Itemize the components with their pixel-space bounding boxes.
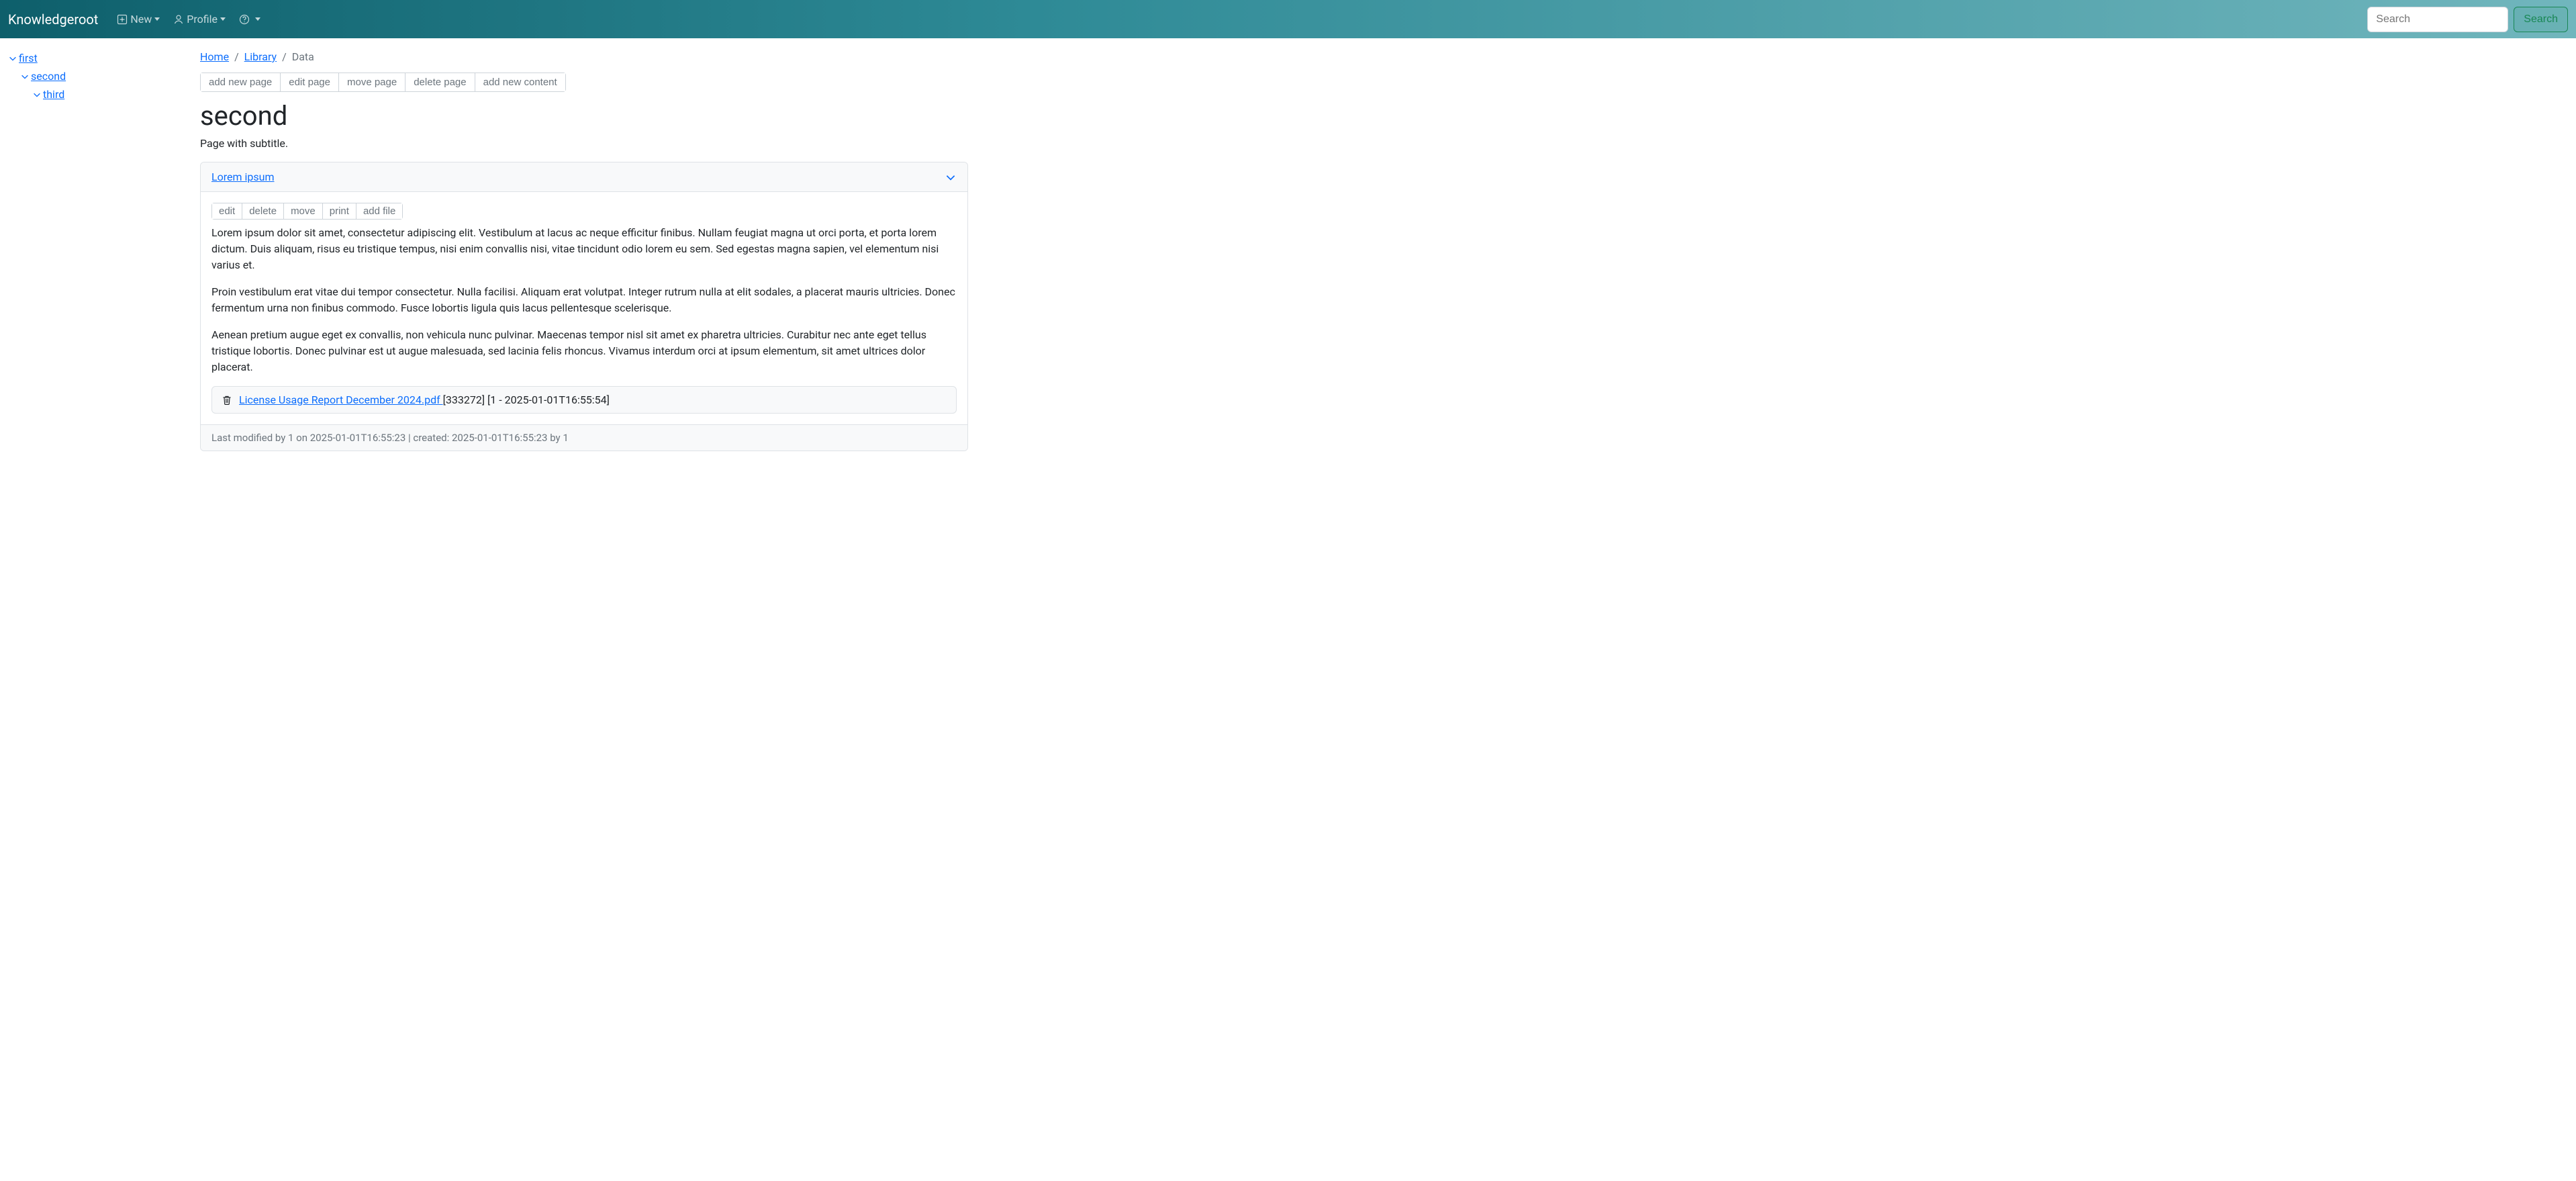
help-dropdown[interactable] [232,10,267,29]
add-new-page-button[interactable]: add new page [200,73,281,92]
file-attachment-row: License Usage Report December 2024.pdf [… [211,386,957,414]
breadcrumb: Home / Library / Data [200,50,968,63]
breadcrumb-home[interactable]: Home [200,50,229,63]
page-title: second [200,100,968,132]
profile-dropdown[interactable]: Profile [166,9,232,30]
profile-label: Profile [187,13,218,26]
plus-square-icon [117,14,128,25]
sidebar: first second third [0,38,188,463]
move-page-button[interactable]: move page [339,73,406,92]
breadcrumb-library[interactable]: Library [244,50,277,63]
caret-down-icon [220,17,226,21]
chevron-down-icon [32,90,42,99]
content-actions: edit delete move print add file [211,203,403,220]
caret-down-icon [154,17,160,21]
content-card-header: Lorem ipsum [201,162,967,192]
file-meta: [333272] [1 - 2025-01-01T16:55:54] [443,393,610,406]
chevron-down-icon[interactable] [945,171,957,183]
content-paragraph: Lorem ipsum dolor sit amet, consectetur … [211,225,957,273]
content-card: Lorem ipsum edit delete move print add f… [200,162,968,451]
question-circle-icon [239,14,250,25]
add-file-button[interactable]: add file [356,203,403,220]
tree-label: second [31,70,66,83]
add-new-content-button[interactable]: add new content [475,73,566,92]
edit-page-button[interactable]: edit page [281,73,339,92]
content-paragraph: Aenean pretium augue eget ex convallis, … [211,327,957,375]
breadcrumb-sep: / [229,50,244,63]
content-title-link[interactable]: Lorem ipsum [211,171,274,183]
search-button[interactable]: Search [2514,7,2568,32]
delete-content-button[interactable]: delete [242,203,284,220]
main-content: Home / Library / Data add new page edit … [188,38,980,463]
file-link[interactable]: License Usage Report December 2024.pdf [239,393,443,406]
brand-link[interactable]: Knowledgeroot [8,11,98,28]
new-label: New [130,13,152,26]
breadcrumb-current: Data [292,50,314,63]
sidebar-item-first[interactable]: first [8,49,180,67]
chevron-down-icon [20,72,30,81]
search-input[interactable] [2367,7,2508,32]
tree-label: first [19,52,38,64]
breadcrumb-sep: / [277,50,292,63]
new-dropdown[interactable]: New [110,9,166,30]
caret-down-icon [255,17,260,21]
sidebar-item-third[interactable]: third [8,85,180,103]
navbar: Knowledgeroot New Profile Search [0,0,2576,38]
print-content-button[interactable]: print [323,203,356,220]
trash-icon[interactable] [222,395,232,406]
content-paragraph: Proin vestibulum erat vitae dui tempor c… [211,284,957,316]
tree-label: third [43,88,64,101]
chevron-down-icon [8,54,17,63]
page-actions: add new page edit page move page delete … [200,73,566,92]
content-card-body: edit delete move print add file Lorem ip… [201,192,967,424]
move-content-button[interactable]: move [284,203,323,220]
content-card-footer: Last modified by 1 on 2025-01-01T16:55:2… [201,424,967,451]
sidebar-item-second[interactable]: second [8,67,180,85]
person-icon [173,14,184,25]
delete-page-button[interactable]: delete page [406,73,475,92]
edit-content-button[interactable]: edit [211,203,242,220]
page-subtitle: Page with subtitle. [200,137,968,150]
